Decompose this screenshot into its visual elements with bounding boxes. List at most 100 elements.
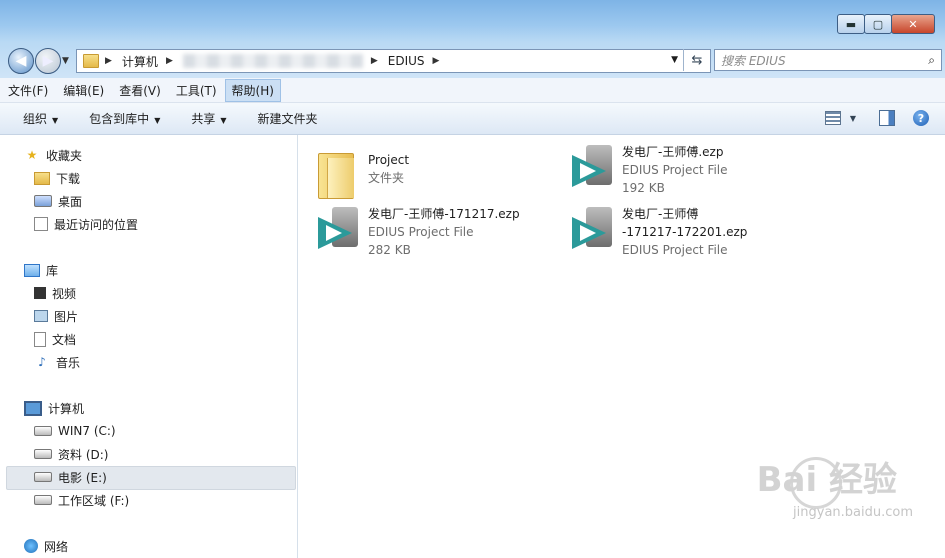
file-item-project-folder[interactable]: Project 文件夹 xyxy=(298,145,409,199)
file-item-ezp-3[interactable]: 发电厂-王师傅 -171217-172201.ezp EDIUS Project… xyxy=(568,205,747,259)
file-type: EDIUS Project File xyxy=(622,243,728,257)
sidebar-item-drive-e[interactable]: 电影 (E:) xyxy=(34,467,107,487)
close-button[interactable]: ✕ xyxy=(891,14,935,34)
maximize-button[interactable]: ▢ xyxy=(864,14,892,34)
address-dropdown-icon[interactable]: ▼ xyxy=(671,55,678,65)
sidebar-item-pictures[interactable]: 图片 xyxy=(34,306,78,326)
file-type: EDIUS Project File xyxy=(368,225,474,239)
sidebar-item-computer[interactable]: 计算机 xyxy=(24,398,84,418)
sidebar-item-desktop[interactable]: 桌面 xyxy=(34,191,82,211)
file-name-continued: -171217-172201.ezp xyxy=(622,225,748,239)
command-bar: 组织 ▼ 包含到库中 ▼ 共享 ▼ 新建文件夹 ▼ ? xyxy=(0,103,945,135)
help-button[interactable]: ? xyxy=(911,109,931,127)
sidebar-label: 音乐 xyxy=(56,355,81,370)
sidebar-item-downloads[interactable]: 下载 xyxy=(34,168,80,188)
refresh-button[interactable]: ⇆ xyxy=(683,49,710,71)
change-view-button[interactable] xyxy=(823,109,843,127)
chevron-right-icon[interactable]: ▶ xyxy=(371,56,378,66)
sidebar-label: 库 xyxy=(46,263,59,278)
sidebar-label: 文档 xyxy=(52,332,77,347)
file-size: 192 KB xyxy=(622,181,665,195)
file-name: 发电厂-王师傅.ezp xyxy=(622,145,724,159)
back-button[interactable]: ◀ xyxy=(8,48,34,74)
views-icon xyxy=(825,111,841,125)
address-row: ◀ ▶ ▼ ▶ 计算机 ▶ ▶ EDIUS ▶ ▼ ⇆ 搜索 EDIUS ⌕ xyxy=(0,42,945,78)
drive-icon xyxy=(34,472,52,482)
library-icon xyxy=(24,263,40,277)
view-controls: ▼ ? xyxy=(823,109,945,127)
organize-button[interactable]: 组织 ▼ xyxy=(23,110,58,127)
breadcrumb-edius[interactable]: EDIUS xyxy=(388,54,425,68)
search-input[interactable]: 搜索 EDIUS ⌕ xyxy=(714,49,942,71)
sidebar-item-documents[interactable]: 文档 xyxy=(34,329,76,349)
sidebar-label: 图片 xyxy=(54,309,79,324)
organize-label: 组织 xyxy=(23,112,48,126)
file-type: 文件夹 xyxy=(368,171,405,185)
file-item-ezp-1[interactable]: 发电厂-王师傅.ezp EDIUS Project File 192 KB xyxy=(568,143,728,197)
include-in-library-button[interactable]: 包含到库中 ▼ xyxy=(89,110,160,127)
menu-tools[interactable]: 工具(T) xyxy=(169,79,224,102)
title-bar: ▬ ▢ ✕ xyxy=(0,0,945,42)
menu-bar: 文件(F) 编辑(E) 查看(V) 工具(T) 帮助(H) xyxy=(0,78,945,103)
recent-pages-dropdown[interactable]: ▼ xyxy=(62,56,69,66)
edius-project-icon xyxy=(568,205,618,255)
sidebar-label: 工作区域 (F:) xyxy=(58,493,130,508)
sidebar-item-libraries[interactable]: 库 xyxy=(24,260,58,280)
share-label: 共享 xyxy=(191,112,216,126)
forward-arrow-icon: ▶ xyxy=(42,53,54,69)
sidebar-item-favorites[interactable]: ★ 收藏夹 xyxy=(24,145,82,165)
sidebar-item-drive-f[interactable]: 工作区域 (F:) xyxy=(34,490,129,510)
sidebar-label: 计算机 xyxy=(48,401,85,416)
sidebar-label: 电影 (E:) xyxy=(58,470,107,485)
menu-help[interactable]: 帮助(H) xyxy=(224,78,281,102)
file-name: 发电厂-王师傅 xyxy=(622,207,699,221)
sidebar-item-drive-d[interactable]: 资料 (D:) xyxy=(34,444,108,464)
new-folder-button[interactable]: 新建文件夹 xyxy=(258,110,318,127)
preview-pane-button[interactable] xyxy=(877,109,897,127)
drive-icon xyxy=(34,495,52,505)
chevron-down-icon: ▼ xyxy=(220,116,227,125)
forward-button[interactable]: ▶ xyxy=(35,48,61,74)
folder-icon xyxy=(318,153,354,199)
navigation-pane[interactable]: ★ 收藏夹 下载 桌面 最近访问的位置 库 视频 图片 文档 ♪ 音乐 计算机 WI… xyxy=(0,135,298,558)
download-folder-icon xyxy=(34,171,50,185)
network-icon xyxy=(24,539,38,553)
sidebar-item-music[interactable]: ♪ 音乐 xyxy=(34,352,80,372)
chevron-right-icon[interactable]: ▶ xyxy=(105,56,112,66)
file-type: EDIUS Project File xyxy=(622,163,728,177)
file-size: 282 KB xyxy=(368,243,411,257)
back-arrow-icon: ◀ xyxy=(15,53,27,69)
chevron-down-icon: ▼ xyxy=(154,116,161,125)
breadcrumb-computer[interactable]: 计算机 xyxy=(122,53,158,70)
sidebar-item-drive-c[interactable]: WIN7 (C:) xyxy=(34,421,116,441)
view-options-dropdown[interactable]: ▼ xyxy=(843,109,863,127)
breadcrumb-blurred[interactable] xyxy=(182,54,363,68)
sidebar-label: 网络 xyxy=(44,539,69,554)
sidebar-item-videos[interactable]: 视频 xyxy=(34,283,76,303)
sidebar-label: 资料 (D:) xyxy=(58,447,109,462)
window-controls: ▬ ▢ ✕ xyxy=(837,14,935,34)
menu-file[interactable]: 文件(F) xyxy=(1,79,55,102)
video-icon xyxy=(34,287,46,299)
refresh-icon: ⇆ xyxy=(691,52,703,68)
folder-icon xyxy=(83,54,99,68)
minimize-button[interactable]: ▬ xyxy=(837,14,865,34)
system-drive-icon xyxy=(34,426,52,436)
watermark-brand: Bai 经验 xyxy=(756,460,897,500)
chevron-right-icon[interactable]: ▶ xyxy=(433,56,440,66)
recent-places-icon xyxy=(34,217,48,231)
address-bar[interactable]: ▶ 计算机 ▶ ▶ EDIUS ▶ ▼ xyxy=(76,49,711,73)
sidebar-item-recent[interactable]: 最近访问的位置 xyxy=(34,214,138,234)
search-icon[interactable]: ⌕ xyxy=(928,53,935,68)
sidebar-label: 最近访问的位置 xyxy=(54,217,139,232)
menu-view[interactable]: 查看(V) xyxy=(112,79,168,102)
file-name: 发电厂-王师傅-171217.ezp xyxy=(368,207,520,221)
sidebar-item-network[interactable]: 网络 xyxy=(24,536,68,556)
sidebar-label: 视频 xyxy=(52,286,77,301)
menu-edit[interactable]: 编辑(E) xyxy=(56,79,111,102)
sidebar-label: WIN7 (C:) xyxy=(58,424,116,438)
drive-icon xyxy=(34,449,52,459)
file-item-ezp-2[interactable]: 发电厂-王师傅-171217.ezp EDIUS Project File 28… xyxy=(314,205,520,259)
share-button[interactable]: 共享 ▼ xyxy=(191,110,226,127)
chevron-right-icon[interactable]: ▶ xyxy=(166,56,173,66)
